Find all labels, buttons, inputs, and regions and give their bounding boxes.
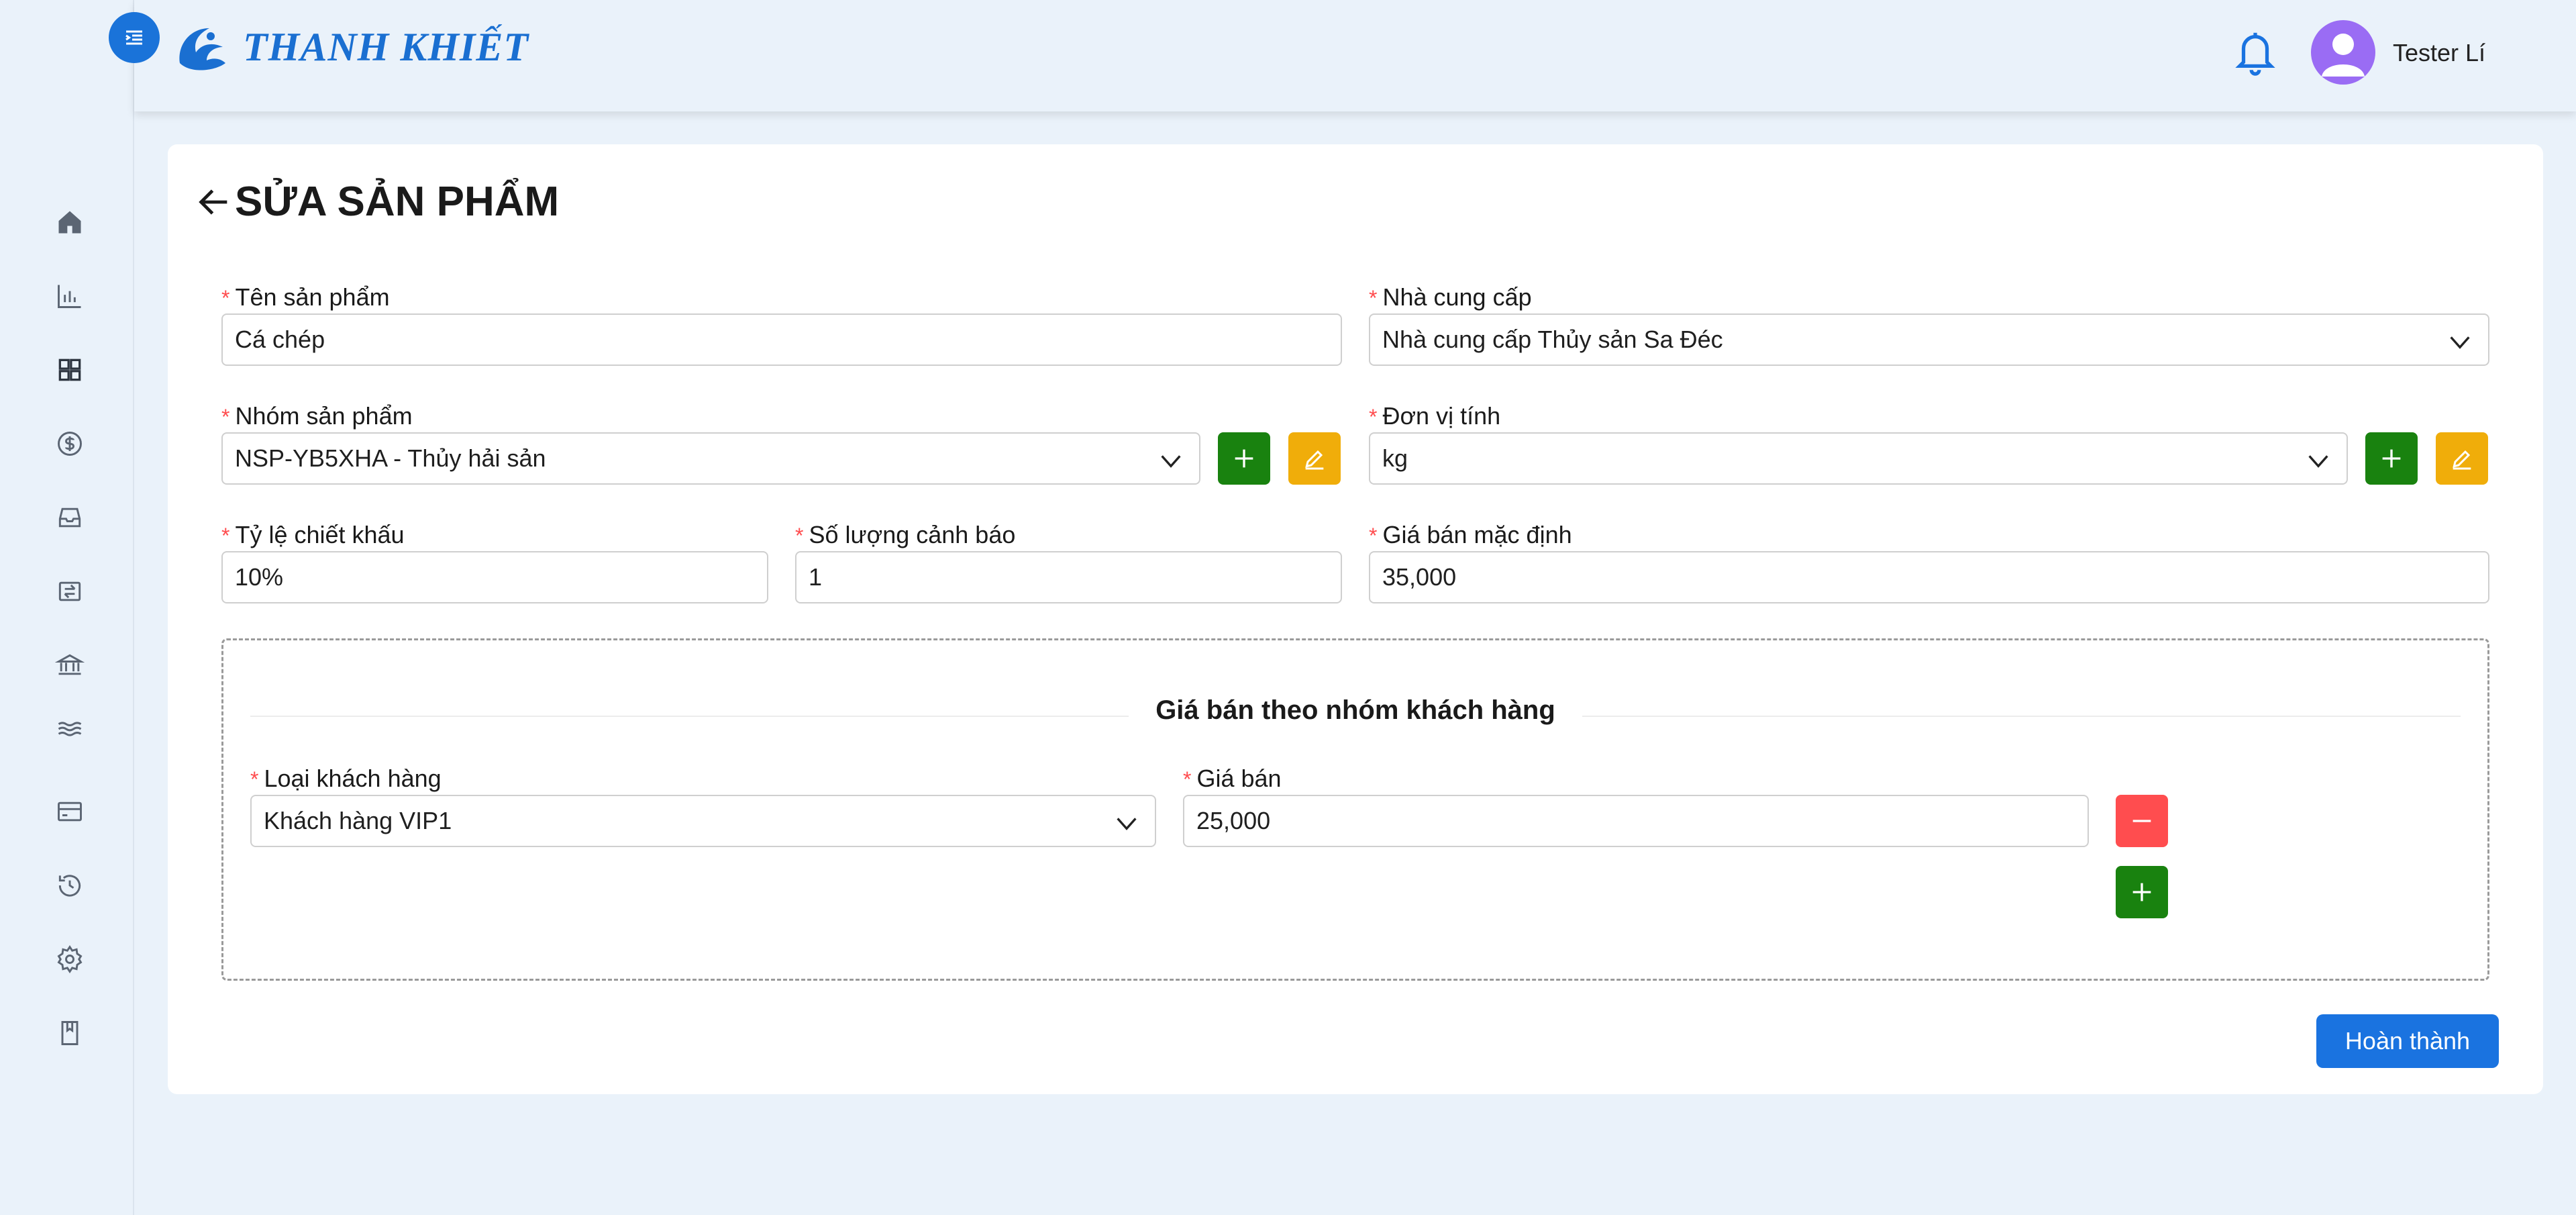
customer-price-value: 25,000 xyxy=(1196,807,1271,834)
page-title: SỬA SẢN PHẨM xyxy=(235,179,560,225)
product-group-select[interactable]: NSP-YB5XHA - Thủy hải sản xyxy=(221,432,1200,485)
product-name-label: Tên sản phẩm xyxy=(235,283,390,311)
plus-icon xyxy=(1235,449,1253,468)
sidebar xyxy=(0,0,134,1215)
waves-icon[interactable] xyxy=(52,712,87,746)
required-mark: * xyxy=(795,524,804,548)
remove-price-row-button[interactable] xyxy=(2116,795,2168,847)
pencil-icon xyxy=(2453,450,2471,470)
plus-icon xyxy=(2132,883,2151,902)
default-price-field: * Giá bán mặc định 35,000 xyxy=(1369,519,2489,603)
add-product-group-button[interactable] xyxy=(1218,432,1270,485)
discount-rate-input[interactable]: 10% xyxy=(221,551,768,603)
back-arrow-icon[interactable] xyxy=(195,183,234,222)
customer-pricing-title: Giá bán theo nhóm khách hàng xyxy=(1129,695,1582,725)
username[interactable]: Tester Lí xyxy=(2393,39,2485,67)
user-avatar[interactable] xyxy=(2311,20,2375,85)
product-group-label: Nhóm sản phẩm xyxy=(235,402,413,430)
bar-chart-icon[interactable] xyxy=(52,279,87,313)
product-group-value: NSP-YB5XHA - Thủy hải sản xyxy=(235,444,546,472)
unit-select[interactable]: kg xyxy=(1369,432,2348,485)
product-name-value: Cá chép xyxy=(235,326,325,353)
chevron-down-icon xyxy=(1117,818,1137,830)
user-avatar-icon xyxy=(2322,34,2365,77)
default-price-value: 35,000 xyxy=(1382,563,1457,591)
customer-type-select[interactable]: Khách hàng VIP1 xyxy=(250,795,1156,847)
customer-type-label: Loại khách hàng xyxy=(264,765,442,792)
menu-toggle-button[interactable] xyxy=(109,12,160,63)
inbox-icon[interactable] xyxy=(52,500,87,535)
chevron-down-icon xyxy=(1161,455,1181,468)
submit-button[interactable]: Hoàn thành xyxy=(2316,1014,2499,1068)
required-mark: * xyxy=(1369,405,1378,429)
warning-qty-field: * Số lượng cảnh báo 1 xyxy=(795,519,1342,603)
add-unit-button[interactable] xyxy=(2365,432,2418,485)
minus-icon xyxy=(2132,820,2151,822)
unit-field: * Đơn vị tính kg xyxy=(1369,400,2348,485)
customer-type-value: Khách hàng VIP1 xyxy=(264,807,452,834)
required-mark: * xyxy=(1369,286,1378,310)
customer-price-field: * Giá bán 25,000 xyxy=(1183,763,2089,847)
edit-unit-button[interactable] xyxy=(2436,432,2488,485)
supplier-select[interactable]: Nhà cung cấp Thủy sản Sa Đéc xyxy=(1369,313,2489,366)
required-mark: * xyxy=(1369,524,1378,548)
warning-qty-input[interactable]: 1 xyxy=(795,551,1342,603)
transfer-icon[interactable] xyxy=(52,574,87,609)
required-mark: * xyxy=(221,524,230,548)
chevron-down-icon xyxy=(2450,336,2470,349)
dollar-icon[interactable] xyxy=(52,426,87,461)
card-icon[interactable] xyxy=(52,794,87,829)
bank-icon[interactable] xyxy=(52,648,87,683)
discount-rate-field: * Tỷ lệ chiết khấu 10% xyxy=(221,519,768,603)
unit-label: Đơn vị tính xyxy=(1382,402,1501,430)
supplier-field: * Nhà cung cấp Nhà cung cấp Thủy sản Sa Đ… xyxy=(1369,281,2489,366)
required-mark: * xyxy=(221,286,230,310)
warning-qty-label: Số lượng cảnh báo xyxy=(809,521,1016,548)
supplier-value: Nhà cung cấp Thủy sản Sa Đéc xyxy=(1382,326,1723,353)
menu-toggle-icon xyxy=(125,30,142,45)
default-price-input[interactable]: 35,000 xyxy=(1369,551,2489,603)
bell-icon[interactable] xyxy=(2232,27,2279,78)
add-price-row-button[interactable] xyxy=(2116,866,2168,918)
customer-price-input[interactable]: 25,000 xyxy=(1183,795,2089,847)
book-icon[interactable] xyxy=(52,1016,87,1051)
edit-product-group-button[interactable] xyxy=(1288,432,1341,485)
settings-icon[interactable] xyxy=(52,942,87,977)
discount-rate-label: Tỷ lệ chiết khấu xyxy=(235,521,405,548)
home-icon[interactable] xyxy=(52,205,87,240)
product-name-field: * Tên sản phẩm Cá chép xyxy=(221,281,1342,366)
brand-logo[interactable]: THANH KHIẾT xyxy=(169,15,529,79)
history-icon[interactable] xyxy=(52,868,87,903)
discount-rate-value: 10% xyxy=(235,563,284,591)
required-mark: * xyxy=(221,405,230,429)
warning-qty-value: 1 xyxy=(809,563,823,591)
chevron-down-icon xyxy=(2308,455,2328,468)
default-price-label: Giá bán mặc định xyxy=(1382,521,1572,548)
page-header: SỬA SẢN PHẨM xyxy=(195,178,559,226)
customer-pricing-section: Giá bán theo nhóm khách hàng * Loại khách… xyxy=(221,638,2489,981)
unit-value: kg xyxy=(1382,444,1408,472)
customer-type-field: * Loại khách hàng Khách hàng VIP1 xyxy=(250,763,1156,847)
grid-icon[interactable] xyxy=(52,352,87,387)
product-group-field: * Nhóm sản phẩm NSP-YB5XHA - Thủy hải sản xyxy=(221,400,1200,485)
product-name-input[interactable]: Cá chép xyxy=(221,313,1342,366)
brand-name: THANH KHIẾT xyxy=(243,24,529,69)
logo-icon xyxy=(179,28,225,70)
pencil-icon xyxy=(1305,450,1324,470)
required-mark: * xyxy=(1183,767,1192,791)
plus-icon xyxy=(2382,449,2401,468)
edit-product-card: SỬA SẢN PHẨM * Tên sản phẩm Cá chép * Nhà … xyxy=(168,144,2543,1094)
customer-price-label: Giá bán xyxy=(1196,765,1282,792)
required-mark: * xyxy=(250,767,259,791)
supplier-label: Nhà cung cấp xyxy=(1382,283,1532,311)
